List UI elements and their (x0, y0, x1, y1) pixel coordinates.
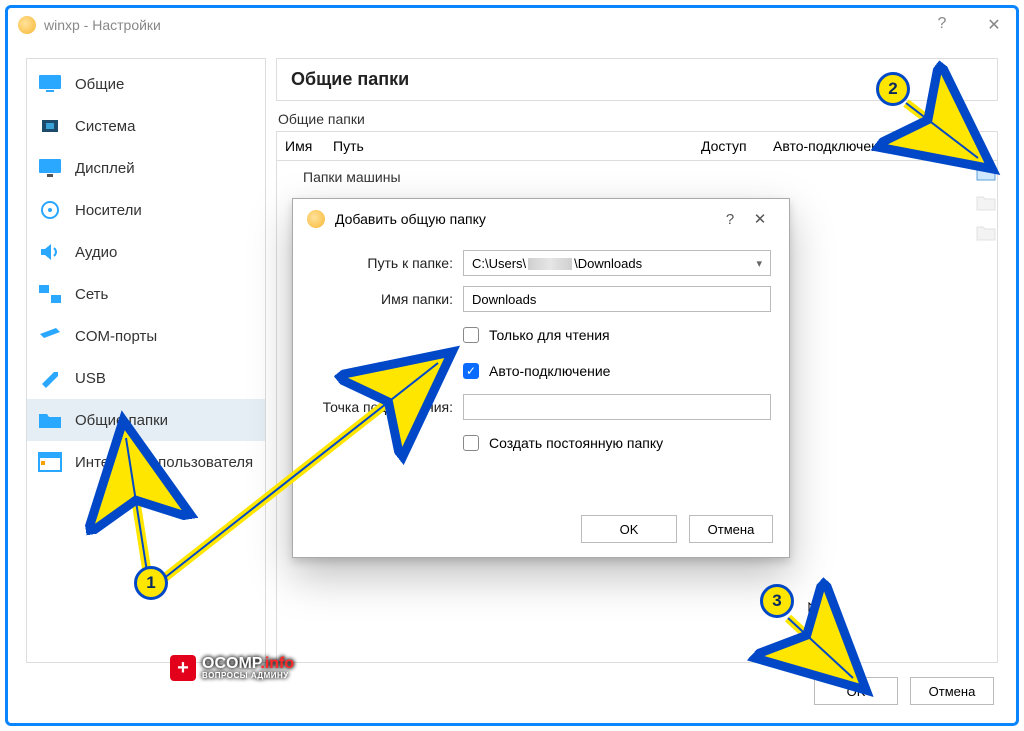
annotation-arrow-2 (888, 93, 998, 183)
chevron-down-icon: ▾ (756, 257, 762, 270)
sidebar-item-storage[interactable]: Носители (27, 189, 265, 231)
path-value: C:\Users\\Downloads (472, 256, 642, 271)
permanent-checkbox[interactable]: Создать постоянную папку (463, 435, 771, 451)
sidebar-item-general[interactable]: Общие (27, 63, 265, 105)
dialog-help-button[interactable]: ? (715, 211, 745, 228)
watermark: + OCOMP.info ВОПРОСЫ АДМИНУ (170, 655, 294, 681)
speaker-icon (37, 242, 63, 262)
annotation-badge-3: 3 (760, 584, 794, 618)
annotation-arrow-1b (148, 348, 478, 598)
checkbox-unchecked-icon (463, 327, 479, 343)
sidebar-item-audio[interactable]: Аудио (27, 231, 265, 273)
sidebar-label: COM-порты (75, 328, 157, 345)
network-icon (37, 284, 63, 304)
dialog-ok-button[interactable]: OK (581, 515, 677, 543)
cancel-button[interactable]: Отмена (910, 677, 994, 705)
annotation-badge-1: 1 (134, 566, 168, 600)
sidebar-item-display[interactable]: Дисплей (27, 147, 265, 189)
col-access[interactable]: Доступ (693, 138, 765, 154)
app-icon (18, 16, 36, 34)
readonly-checkbox[interactable]: Только для чтения (463, 327, 771, 343)
plus-icon: + (170, 655, 196, 681)
annotation-badge-2: 2 (876, 72, 910, 106)
layout-icon (37, 452, 63, 472)
close-button[interactable]: ✕ (982, 15, 1006, 35)
sidebar-label: Сеть (75, 286, 108, 303)
usb-icon (37, 368, 63, 388)
settings-window: winxp - Настройки ? ✕ Общие Система (5, 5, 1019, 726)
sidebar-label: Носители (75, 202, 142, 219)
titlebar: winxp - Настройки ? ✕ (8, 8, 1016, 42)
path-obscured (528, 258, 572, 270)
window-title: winxp - Настройки (44, 17, 161, 33)
remove-folder-button[interactable] (975, 221, 997, 243)
dialog-titlebar: Добавить общую папку ? ✕ (293, 199, 789, 239)
automount-checkbox[interactable]: Авто-подключение (463, 363, 771, 379)
dialog-close-button[interactable]: ✕ (745, 210, 775, 228)
disk-icon (37, 200, 63, 220)
mountpoint-input[interactable] (463, 394, 771, 420)
path-dropdown[interactable]: C:\Users\\Downloads ▾ (463, 250, 771, 276)
sidebar-label: Дисплей (75, 160, 135, 177)
help-button[interactable]: ? (930, 15, 954, 35)
sidebar-label: Общие (75, 76, 124, 93)
sidebar-item-network[interactable]: Сеть (27, 273, 265, 315)
monitor-icon (37, 74, 63, 94)
dialog-cancel-button[interactable]: Отмена (689, 515, 773, 543)
folder-icon (37, 410, 63, 430)
sidebar-label: Аудио (75, 244, 117, 261)
chip-icon (37, 116, 63, 136)
sidebar-label: USB (75, 370, 106, 387)
annotation-arrow-3 (768, 608, 888, 698)
edit-folder-button[interactable] (975, 191, 997, 213)
display-icon (37, 158, 63, 178)
col-name[interactable]: Имя (277, 138, 325, 154)
app-icon (307, 210, 325, 228)
dialog-title: Добавить общую папку (335, 211, 486, 227)
name-label: Имя папки: (293, 291, 463, 307)
sidebar-label: Система (75, 118, 135, 135)
name-input[interactable]: Downloads (463, 286, 771, 312)
col-path[interactable]: Путь (325, 138, 693, 154)
serial-icon (37, 326, 63, 346)
sidebar-item-system[interactable]: Система (27, 105, 265, 147)
path-label: Путь к папке: (293, 255, 463, 271)
